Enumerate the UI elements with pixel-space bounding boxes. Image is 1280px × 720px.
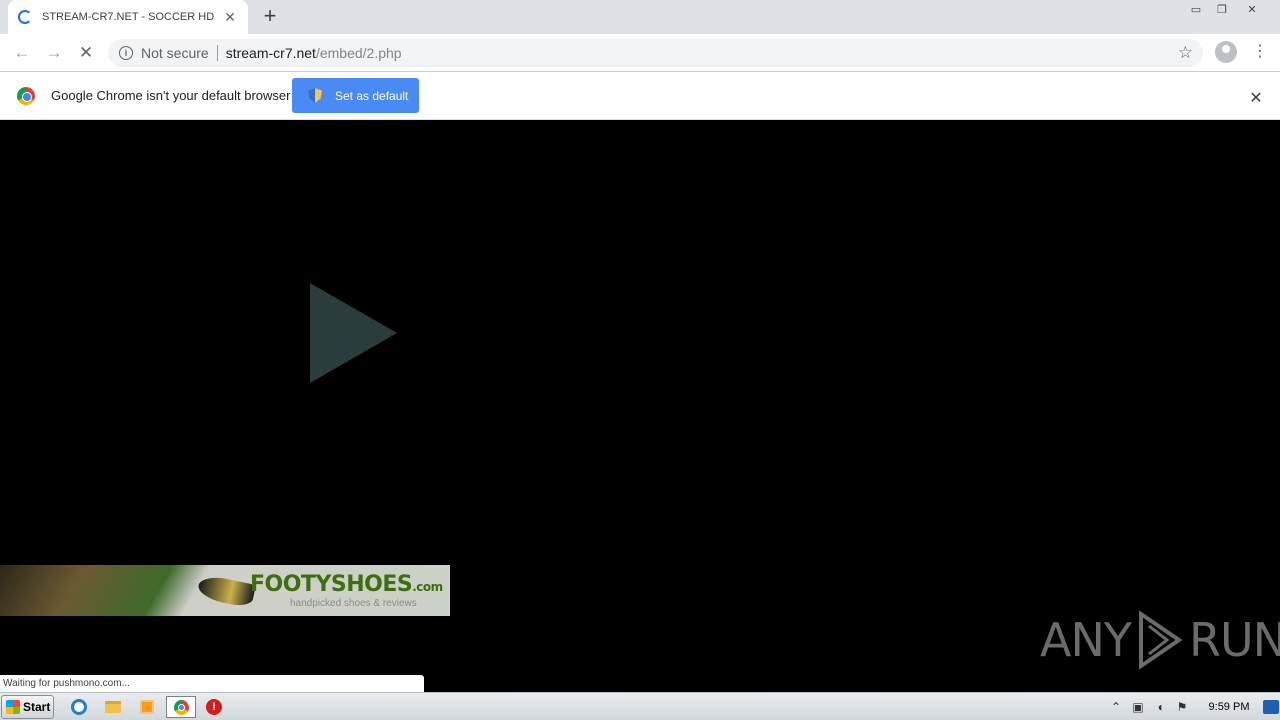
system-tray: ⌃ ▣ ◖ ⚑ 9:59 PM: [1105, 695, 1280, 719]
watermark-play-icon: [1138, 610, 1183, 670]
forward-icon[interactable]: →: [43, 42, 65, 64]
banner-title: FOOTYSHOES.com: [250, 572, 443, 597]
file-explorer-icon[interactable]: [101, 696, 125, 718]
volume-icon[interactable]: ◖: [1151, 698, 1169, 716]
browser-toolbar: ← → ✕ i Not secure stream-cr7.net/embed/…: [0, 34, 1280, 72]
windows-taskbar: Start ! ⌃ ▣ ◖ ⚑ 9:59 PM: [0, 692, 1280, 720]
watermark-right: RUN: [1188, 613, 1280, 667]
shield-icon: [308, 88, 322, 103]
set-as-default-button[interactable]: Set as default: [292, 78, 419, 113]
chrome-menu-icon[interactable]: ⋮: [1252, 42, 1268, 64]
back-icon[interactable]: ←: [11, 42, 33, 64]
screen: STREAM-CR7.NET - SOCCER HD Pla ✕ + ▭ ❐ ✕…: [0, 0, 1280, 720]
anyrun-watermark: ANY RUN: [1040, 610, 1280, 670]
antivirus-icon[interactable]: !: [202, 696, 226, 718]
restore-icon[interactable]: ❐: [1209, 0, 1235, 18]
tab-title: STREAM-CR7.NET - SOCCER HD Pla: [42, 11, 217, 23]
windows-logo-icon: [6, 700, 20, 714]
internet-explorer-icon[interactable]: [67, 696, 91, 718]
set-as-default-label: Set as default: [335, 88, 409, 103]
status-bubble: Waiting for pushmono.com...: [0, 675, 424, 692]
football-boot-image: [196, 573, 256, 609]
url-host[interactable]: stream-cr7.net: [226, 45, 316, 61]
loading-spinner-icon: [18, 10, 32, 24]
footyshoes-ad-banner[interactable]: FOOTYSHOES.com handpicked shoes & review…: [0, 565, 450, 616]
info-icon[interactable]: i: [119, 46, 133, 60]
address-bar[interactable]: i Not secure stream-cr7.net/embed/2.php …: [108, 39, 1203, 67]
profile-avatar-icon[interactable]: [1215, 41, 1237, 63]
watermark-left: ANY: [1040, 613, 1132, 667]
play-icon[interactable]: [310, 283, 397, 383]
new-tab-button[interactable]: +: [259, 5, 281, 28]
tab-strip: STREAM-CR7.NET - SOCCER HD Pla ✕ + ▭ ❐ ✕: [0, 0, 1280, 34]
banner-subtitle: handpicked shoes & reviews: [290, 598, 417, 609]
chrome-taskbar-icon[interactable]: [166, 696, 196, 718]
chrome-logo-icon: [17, 87, 35, 105]
tab-close-icon[interactable]: ✕: [222, 9, 238, 26]
action-center-flag-icon[interactable]: ⚑: [1173, 698, 1191, 716]
tray-expand-icon[interactable]: ⌃: [1107, 698, 1125, 716]
media-player-icon[interactable]: [135, 696, 159, 718]
url-path[interactable]: /embed/2.php: [316, 45, 402, 61]
security-label[interactable]: Not secure: [141, 45, 209, 61]
start-label: Start: [23, 700, 51, 714]
bookmark-star-icon[interactable]: ☆: [1178, 43, 1193, 63]
close-window-icon[interactable]: ✕: [1235, 0, 1269, 18]
browser-tab[interactable]: STREAM-CR7.NET - SOCCER HD Pla ✕: [8, 0, 248, 34]
default-browser-infobar: Google Chrome isn't your default browser…: [0, 72, 1280, 120]
video-embed[interactable]: FOOTYSHOES.com handpicked shoes & review…: [0, 120, 1280, 692]
stop-loading-icon[interactable]: ✕: [75, 42, 97, 64]
infobar-message: Google Chrome isn't your default browser: [51, 88, 291, 103]
start-button[interactable]: Start: [1, 695, 54, 719]
minimize-icon[interactable]: ▭: [1183, 0, 1209, 18]
network-icon[interactable]: ▣: [1129, 698, 1147, 716]
window-controls: ▭ ❐ ✕: [1183, 0, 1269, 18]
address-separator: [216, 45, 218, 61]
infobar-close-icon[interactable]: ✕: [1248, 88, 1264, 108]
taskbar-clock[interactable]: 9:59 PM: [1205, 701, 1253, 713]
show-desktop-icon[interactable]: [1263, 700, 1279, 714]
